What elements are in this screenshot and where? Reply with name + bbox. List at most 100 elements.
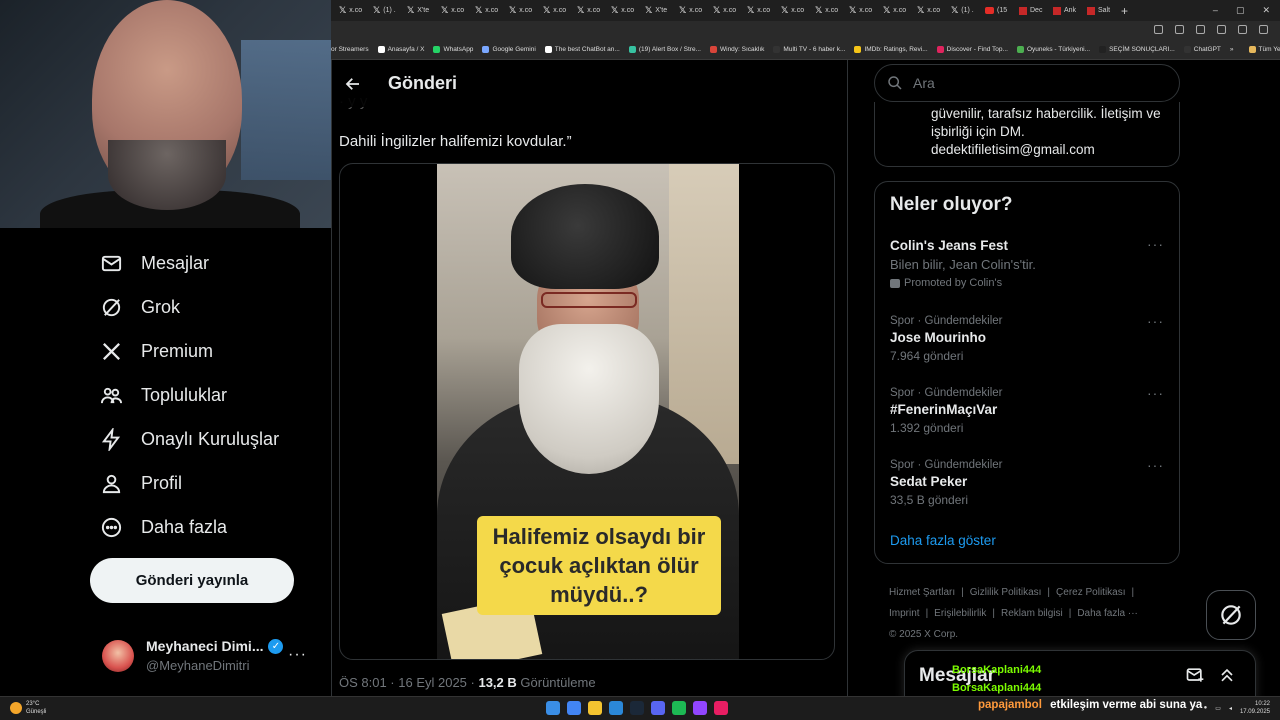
bookmark-item[interactable]: Multi TV - 6 haber k... [773, 46, 845, 53]
post-button[interactable]: Gönderi yayınla [90, 558, 294, 603]
footer-link[interactable]: Daha fazla ··· [1077, 608, 1138, 619]
chevron-up-double-icon[interactable] [1217, 665, 1237, 685]
footer-link[interactable]: Hizmet Şartları [889, 587, 955, 598]
browser-tab[interactable]: 𝕏 X'te [637, 2, 671, 20]
sidebar-item-communities[interactable]: Topluluklar [100, 384, 227, 407]
browser-tab[interactable]: Ank [1045, 2, 1079, 20]
trend-item[interactable]: Spor · Gündemdekiler #FenerinMaçıVar 1.3… [890, 385, 1170, 435]
promoted-trend[interactable]: Colin's Jeans Fest Bilen bilir, Jean Col… [890, 236, 1170, 289]
bookmark-item[interactable]: Discover - Find Top... [936, 46, 1008, 53]
trend-more-icon[interactable]: ··· [1147, 457, 1164, 473]
folder-icon[interactable] [588, 701, 602, 715]
sidebar-item-premium[interactable]: Premium [100, 340, 213, 363]
browser-tab[interactable]: 𝕏x.co [603, 2, 637, 20]
x-logo-icon: 𝕏 [883, 5, 891, 15]
search-input[interactable] [913, 75, 1153, 91]
app-icon[interactable] [714, 701, 728, 715]
footer-link[interactable]: © 2025 X Corp. [889, 629, 958, 640]
browser-tab[interactable]: 𝕏x.co [807, 2, 841, 20]
browser-tab[interactable]: Salt [1079, 2, 1113, 20]
trend-item[interactable]: Spor · Gündemdekiler Jose Mourinho 7.964… [890, 313, 1170, 363]
spotify-icon[interactable] [672, 701, 686, 715]
sidebar-item-verified-orgs[interactable]: Onaylı Kuruluşlar [100, 428, 279, 451]
sidebar-item-grok[interactable]: Grok [100, 296, 180, 319]
browser-tab[interactable]: 𝕏x.co [433, 2, 467, 20]
footer-link[interactable]: Erişilebilirlik [934, 608, 986, 619]
bookmark-item[interactable]: » [1230, 46, 1234, 53]
weather-widget[interactable]: 23°C Güneşli [10, 700, 46, 716]
tweet-timestamp[interactable]: ÖS 8:01 · 16 Eyl 2025 · [339, 675, 478, 690]
grok-button[interactable] [1206, 590, 1256, 640]
bookmark-item[interactable]: Google Gemini [482, 46, 536, 53]
browser-tab[interactable]: 𝕏x.co [875, 2, 909, 20]
sidebar-item-messages[interactable]: Mesajlar [100, 252, 209, 275]
back-button[interactable] [338, 69, 368, 99]
bookmark-item[interactable]: WhatsApp [433, 46, 473, 53]
account-switcher[interactable]: Meyhaneci Dimi... ✓ @MeyhaneDimitri ··· [102, 638, 312, 678]
account-more-icon[interactable]: ··· [288, 646, 307, 664]
discord-icon[interactable] [651, 701, 665, 715]
steam-icon[interactable] [630, 701, 644, 715]
twitch-icon[interactable] [693, 701, 707, 715]
browser-tab[interactable]: 𝕏x.co [467, 2, 501, 20]
edge-icon[interactable] [609, 701, 623, 715]
star-icon[interactable] [1196, 25, 1205, 34]
browser-tab[interactable]: 𝕏x.co [331, 2, 365, 20]
bookmark-item[interactable]: or Streamers [331, 46, 369, 53]
show-more-link[interactable]: Daha fazla göster [890, 533, 996, 548]
search-box[interactable] [874, 64, 1180, 102]
sidebar-item-more[interactable]: Daha fazla [100, 516, 227, 539]
mic-icon[interactable]: ● [1204, 705, 1208, 711]
menu-icon[interactable] [1259, 25, 1268, 34]
new-tab-button[interactable]: + [1113, 4, 1136, 18]
windows-start-icon[interactable] [546, 701, 560, 715]
footer-link[interactable]: Gizlilik Politikası [970, 587, 1042, 598]
cast-icon[interactable] [1154, 25, 1163, 34]
browser-tab[interactable]: 𝕏x.co [739, 2, 773, 20]
clock[interactable]: 10:22 17.09.2025 [1240, 700, 1270, 716]
profile-icon[interactable] [1238, 25, 1247, 34]
browser-tab[interactable]: 𝕏 (1) . [943, 2, 977, 20]
trend-item[interactable]: Spor · Gündemdekiler Sedat Peker 33,5 B … [890, 457, 1170, 507]
browser-tab[interactable]: 𝕏x.co [841, 2, 875, 20]
minimize-button[interactable]: – [1213, 5, 1218, 16]
browser-tab[interactable]: 𝕏 X'te [399, 2, 433, 20]
close-window-button[interactable]: ✕ [1262, 5, 1270, 16]
trend-more-icon[interactable]: ··· [1147, 385, 1164, 401]
bookmark-item[interactable]: Oyuneks - Türkiyeni... [1016, 46, 1090, 53]
browser-tab[interactable]: 𝕏x.co [569, 2, 603, 20]
tweet-media[interactable]: Halifemiz olsaydı bir çocuk açlıktan ölü… [339, 163, 835, 660]
network-icon[interactable]: ▭ [1215, 705, 1221, 712]
browser-tab[interactable]: 𝕏x.co [773, 2, 807, 20]
trend-more-icon[interactable]: ··· [1147, 236, 1164, 252]
browser-tab[interactable]: 𝕏x.co [501, 2, 535, 20]
browser-tab[interactable]: 𝕏x.co [909, 2, 943, 20]
footer-link[interactable]: Reklam bilgisi [1001, 608, 1063, 619]
browser-tab[interactable]: 𝕏x.co [705, 2, 739, 20]
video-player[interactable]: Halifemiz olsaydı bir çocuk açlıktan ölü… [437, 164, 739, 659]
chat-username: BorsaKaplani444 [952, 664, 1042, 676]
footer-link[interactable]: Çerez Politikası [1056, 587, 1125, 598]
bookmark-item[interactable]: Windy: Sıcaklık [709, 46, 764, 53]
bookmark-item[interactable]: Tüm Yer İşaretleri [1248, 46, 1280, 53]
sidebar-item-profile[interactable]: Profil [100, 472, 182, 495]
footer-link[interactable]: Imprint [889, 608, 920, 619]
bookmark-item[interactable]: Anasayfa / X [377, 46, 424, 53]
browser-tab[interactable]: Dec [1011, 2, 1045, 20]
bookmark-item[interactable]: ChatGPT [1183, 46, 1221, 53]
zoom-icon[interactable] [1175, 25, 1184, 34]
extension-icon[interactable] [1217, 25, 1226, 34]
bookmark-item[interactable]: IMDb: Ratings, Revi... [854, 46, 928, 53]
chrome-icon[interactable] [567, 701, 581, 715]
maximize-button[interactable]: ▢ [1236, 5, 1245, 16]
bookmark-item[interactable]: The best ChatBot an... [544, 46, 620, 53]
bookmark-item[interactable]: (19) Alert Box / Stre... [628, 46, 701, 53]
browser-tab[interactable]: 𝕏 (1) . [365, 2, 399, 20]
browser-tab[interactable]: 𝕏x.co [535, 2, 569, 20]
bookmark-item[interactable]: SEÇİM SONUÇLARI... [1099, 46, 1175, 53]
new-message-icon[interactable] [1185, 665, 1205, 685]
browser-tab[interactable]: 𝕏x.co [671, 2, 705, 20]
volume-icon[interactable]: ◂ [1229, 705, 1232, 712]
trend-more-icon[interactable]: ··· [1147, 313, 1164, 329]
browser-tab[interactable]: (15 [977, 2, 1011, 20]
